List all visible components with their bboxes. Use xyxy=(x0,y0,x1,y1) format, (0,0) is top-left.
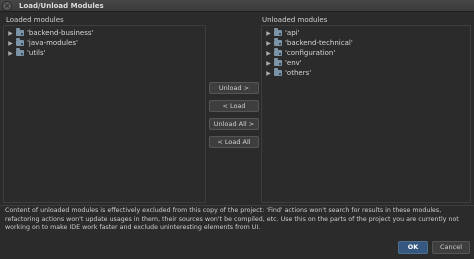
unloaded-module-item[interactable]: ▶ 'others' xyxy=(262,68,470,78)
loaded-module-item[interactable]: ▶ 'java-modules' xyxy=(4,38,205,48)
expand-arrow-icon[interactable]: ▶ xyxy=(7,40,14,47)
ok-button[interactable]: OK xyxy=(398,241,428,254)
module-folder-icon xyxy=(274,38,282,46)
expand-arrow-icon[interactable]: ▶ xyxy=(7,30,14,37)
load-button[interactable]: < Load xyxy=(209,100,259,112)
expand-arrow-icon[interactable]: ▶ xyxy=(265,30,272,37)
expand-arrow-icon[interactable]: ▶ xyxy=(265,70,272,77)
expand-arrow-icon[interactable]: ▶ xyxy=(265,60,272,67)
unloaded-module-item[interactable]: ▶ 'configuration' xyxy=(262,48,470,58)
module-folder-icon xyxy=(274,58,282,66)
module-name: 'backend-business' xyxy=(27,29,94,37)
module-name: 'api' xyxy=(285,29,300,37)
cancel-button[interactable]: Cancel xyxy=(432,241,470,254)
module-folder-icon xyxy=(274,48,282,56)
unloaded-module-item[interactable]: ▶ 'env' xyxy=(262,58,470,68)
loaded-modules-label: Loaded modules xyxy=(6,16,64,24)
module-name: 'configuration' xyxy=(285,49,336,57)
loaded-module-item[interactable]: ▶ 'backend-business' xyxy=(4,28,205,38)
expand-arrow-icon[interactable]: ▶ xyxy=(7,50,14,57)
module-folder-icon xyxy=(274,68,282,76)
module-name: 'backend-technical' xyxy=(285,39,353,47)
divider xyxy=(0,205,474,206)
module-name: 'env' xyxy=(285,59,302,67)
close-icon[interactable]: × xyxy=(2,1,12,11)
module-name: 'utils' xyxy=(27,49,46,57)
unload-all-button[interactable]: Unload All > xyxy=(209,118,259,130)
loaded-modules-tree[interactable]: ▶ 'backend-business' ▶ 'java-modules' ▶ … xyxy=(3,25,206,203)
unload-button[interactable]: Unload > xyxy=(209,82,259,94)
unloaded-module-item[interactable]: ▶ 'backend-technical' xyxy=(262,38,470,48)
window-title: Load/Unload Modules xyxy=(19,2,104,10)
expand-arrow-icon[interactable]: ▶ xyxy=(265,40,272,47)
title-bar: × Load/Unload Modules xyxy=(0,0,474,12)
info-text: Content of unloaded modules is effective… xyxy=(5,207,459,231)
unloaded-module-item[interactable]: ▶ 'api' xyxy=(262,28,470,38)
loaded-module-item[interactable]: ▶ 'utils' xyxy=(4,48,205,58)
module-folder-icon xyxy=(274,28,282,36)
module-folder-icon xyxy=(16,48,24,56)
module-name: 'others' xyxy=(285,69,312,77)
module-folder-icon xyxy=(16,28,24,36)
module-name: 'java-modules' xyxy=(27,39,78,47)
load-all-button[interactable]: < Load All xyxy=(209,136,259,148)
unloaded-modules-tree[interactable]: ▶ 'api' ▶ 'backend-technical' ▶ 'configu… xyxy=(261,25,471,203)
expand-arrow-icon[interactable]: ▶ xyxy=(265,50,272,57)
unloaded-modules-label: Unloaded modules xyxy=(262,16,328,24)
module-folder-icon xyxy=(16,38,24,46)
